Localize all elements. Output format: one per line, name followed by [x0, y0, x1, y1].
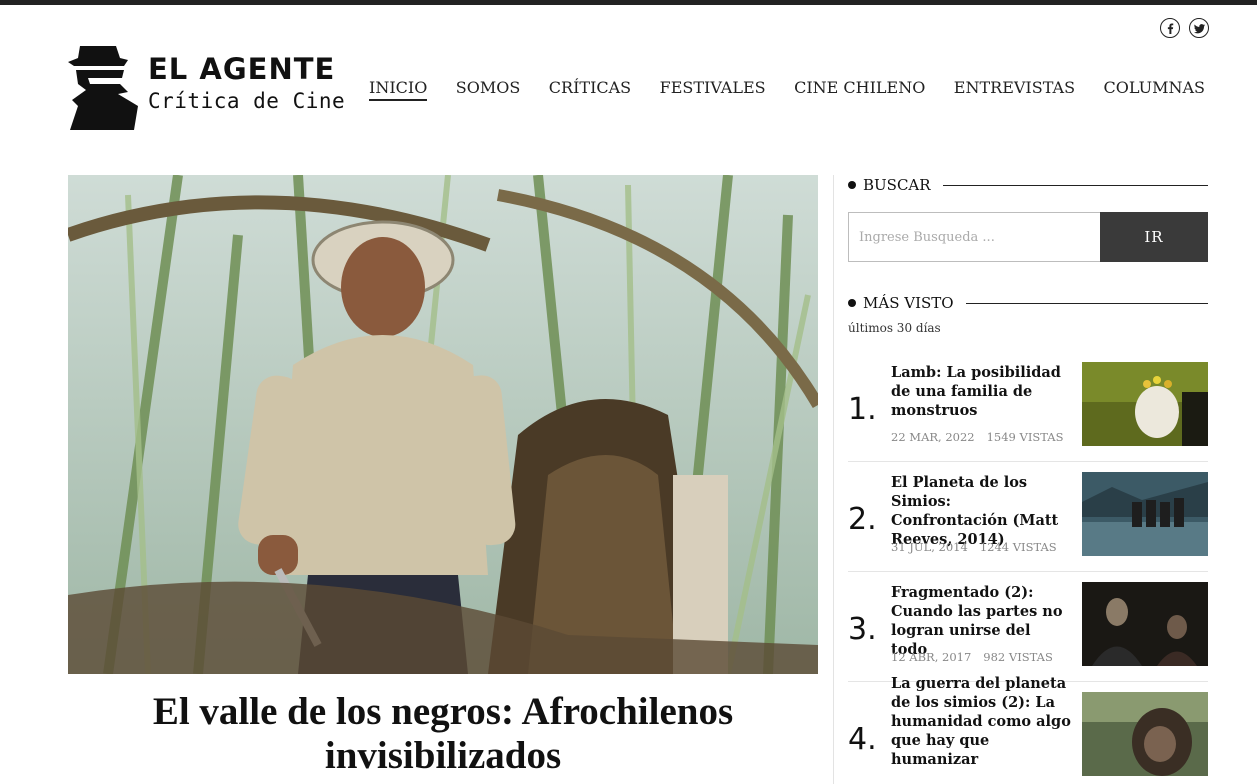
item-thumbnail[interactable]: [1082, 362, 1208, 446]
search-input[interactable]: [848, 212, 1100, 262]
item-date: 31 JUL, 2014: [891, 540, 968, 554]
item-views: 1549 VISTAS: [986, 430, 1064, 444]
heading-rule: [965, 302, 1208, 304]
rank-number: 4.: [848, 722, 877, 757]
column-divider: [833, 175, 834, 784]
item-title[interactable]: Lamb: La posibilidad de una familia de m…: [891, 363, 1071, 420]
item-meta: 22 MAR, 2022 1549 VISTAS: [891, 430, 1063, 444]
main-nav: INICIO SOMOS CRÍTICAS FESTIVALES CINE CH…: [369, 78, 1205, 101]
detective-icon: [68, 46, 138, 130]
list-item[interactable]: 4. La guerra del planeta de los simios (…: [848, 675, 1208, 784]
most-viewed-list: 1. Lamb: La posibilidad de una familia d…: [848, 352, 1208, 784]
site-logo[interactable]: EL AGENTE Crítica de Cine: [68, 44, 346, 130]
list-item[interactable]: 3. Fragmentado (2): Cuando las partes no…: [848, 572, 1208, 682]
nav-criticas[interactable]: CRÍTICAS: [549, 78, 631, 101]
list-item[interactable]: 2. El Planeta de los Simios: Confrontaci…: [848, 462, 1208, 572]
item-thumbnail[interactable]: [1082, 582, 1208, 666]
top-bar: [0, 0, 1257, 5]
item-meta: 31 JUL, 2014 1244 VISTAS: [891, 540, 1057, 554]
search-heading: BUSCAR: [848, 176, 1208, 194]
item-meta: [891, 780, 903, 784]
nav-somos[interactable]: SOMOS: [456, 78, 521, 101]
facebook-icon[interactable]: [1160, 18, 1180, 38]
rank-number: 1.: [848, 392, 877, 427]
most-viewed-subtitle: últimos 30 días: [848, 321, 941, 335]
bullet-dot: [848, 181, 856, 189]
featured-article-title[interactable]: El valle de los negros: Afrochilenos inv…: [68, 690, 818, 778]
twitter-icon[interactable]: [1189, 18, 1209, 38]
item-meta: 12 ABR, 2017 982 VISTAS: [891, 650, 1053, 664]
logo-title: EL AGENTE: [148, 52, 336, 86]
item-thumbnail[interactable]: [1082, 472, 1208, 556]
nav-cine-chileno[interactable]: CINE CHILENO: [794, 78, 925, 101]
rank-number: 3.: [848, 612, 877, 647]
list-item[interactable]: 1. Lamb: La posibilidad de una familia d…: [848, 352, 1208, 462]
item-date: 22 MAR, 2022: [891, 430, 975, 444]
item-title[interactable]: La guerra del planeta de los simios (2):…: [891, 674, 1071, 769]
nav-columnas[interactable]: COLUMNAS: [1103, 78, 1205, 101]
item-views: 1244 VISTAS: [979, 540, 1057, 554]
bullet-dot: [848, 299, 856, 307]
search-heading-label: BUSCAR: [863, 176, 931, 194]
item-views: 982 VISTAS: [983, 650, 1053, 664]
item-thumbnail[interactable]: [1082, 692, 1208, 776]
search-form: IR: [848, 212, 1208, 262]
item-title[interactable]: El Planeta de los Simios: Confrontación …: [891, 473, 1071, 549]
social-links: [1160, 18, 1209, 38]
rank-number: 2.: [848, 502, 877, 537]
nav-entrevistas[interactable]: ENTREVISTAS: [954, 78, 1075, 101]
featured-image[interactable]: [68, 175, 818, 674]
most-viewed-heading-label: MÁS VISTO: [863, 294, 954, 312]
item-title[interactable]: Fragmentado (2): Cuando las partes no lo…: [891, 583, 1071, 659]
heading-rule: [942, 184, 1208, 186]
nav-festivales[interactable]: FESTIVALES: [660, 78, 766, 101]
item-date: 12 ABR, 2017: [891, 650, 972, 664]
most-viewed-heading: MÁS VISTO: [848, 294, 1208, 312]
search-button[interactable]: IR: [1100, 212, 1208, 262]
logo-subtitle: Crítica de Cine: [148, 89, 346, 113]
nav-inicio[interactable]: INICIO: [369, 78, 428, 101]
